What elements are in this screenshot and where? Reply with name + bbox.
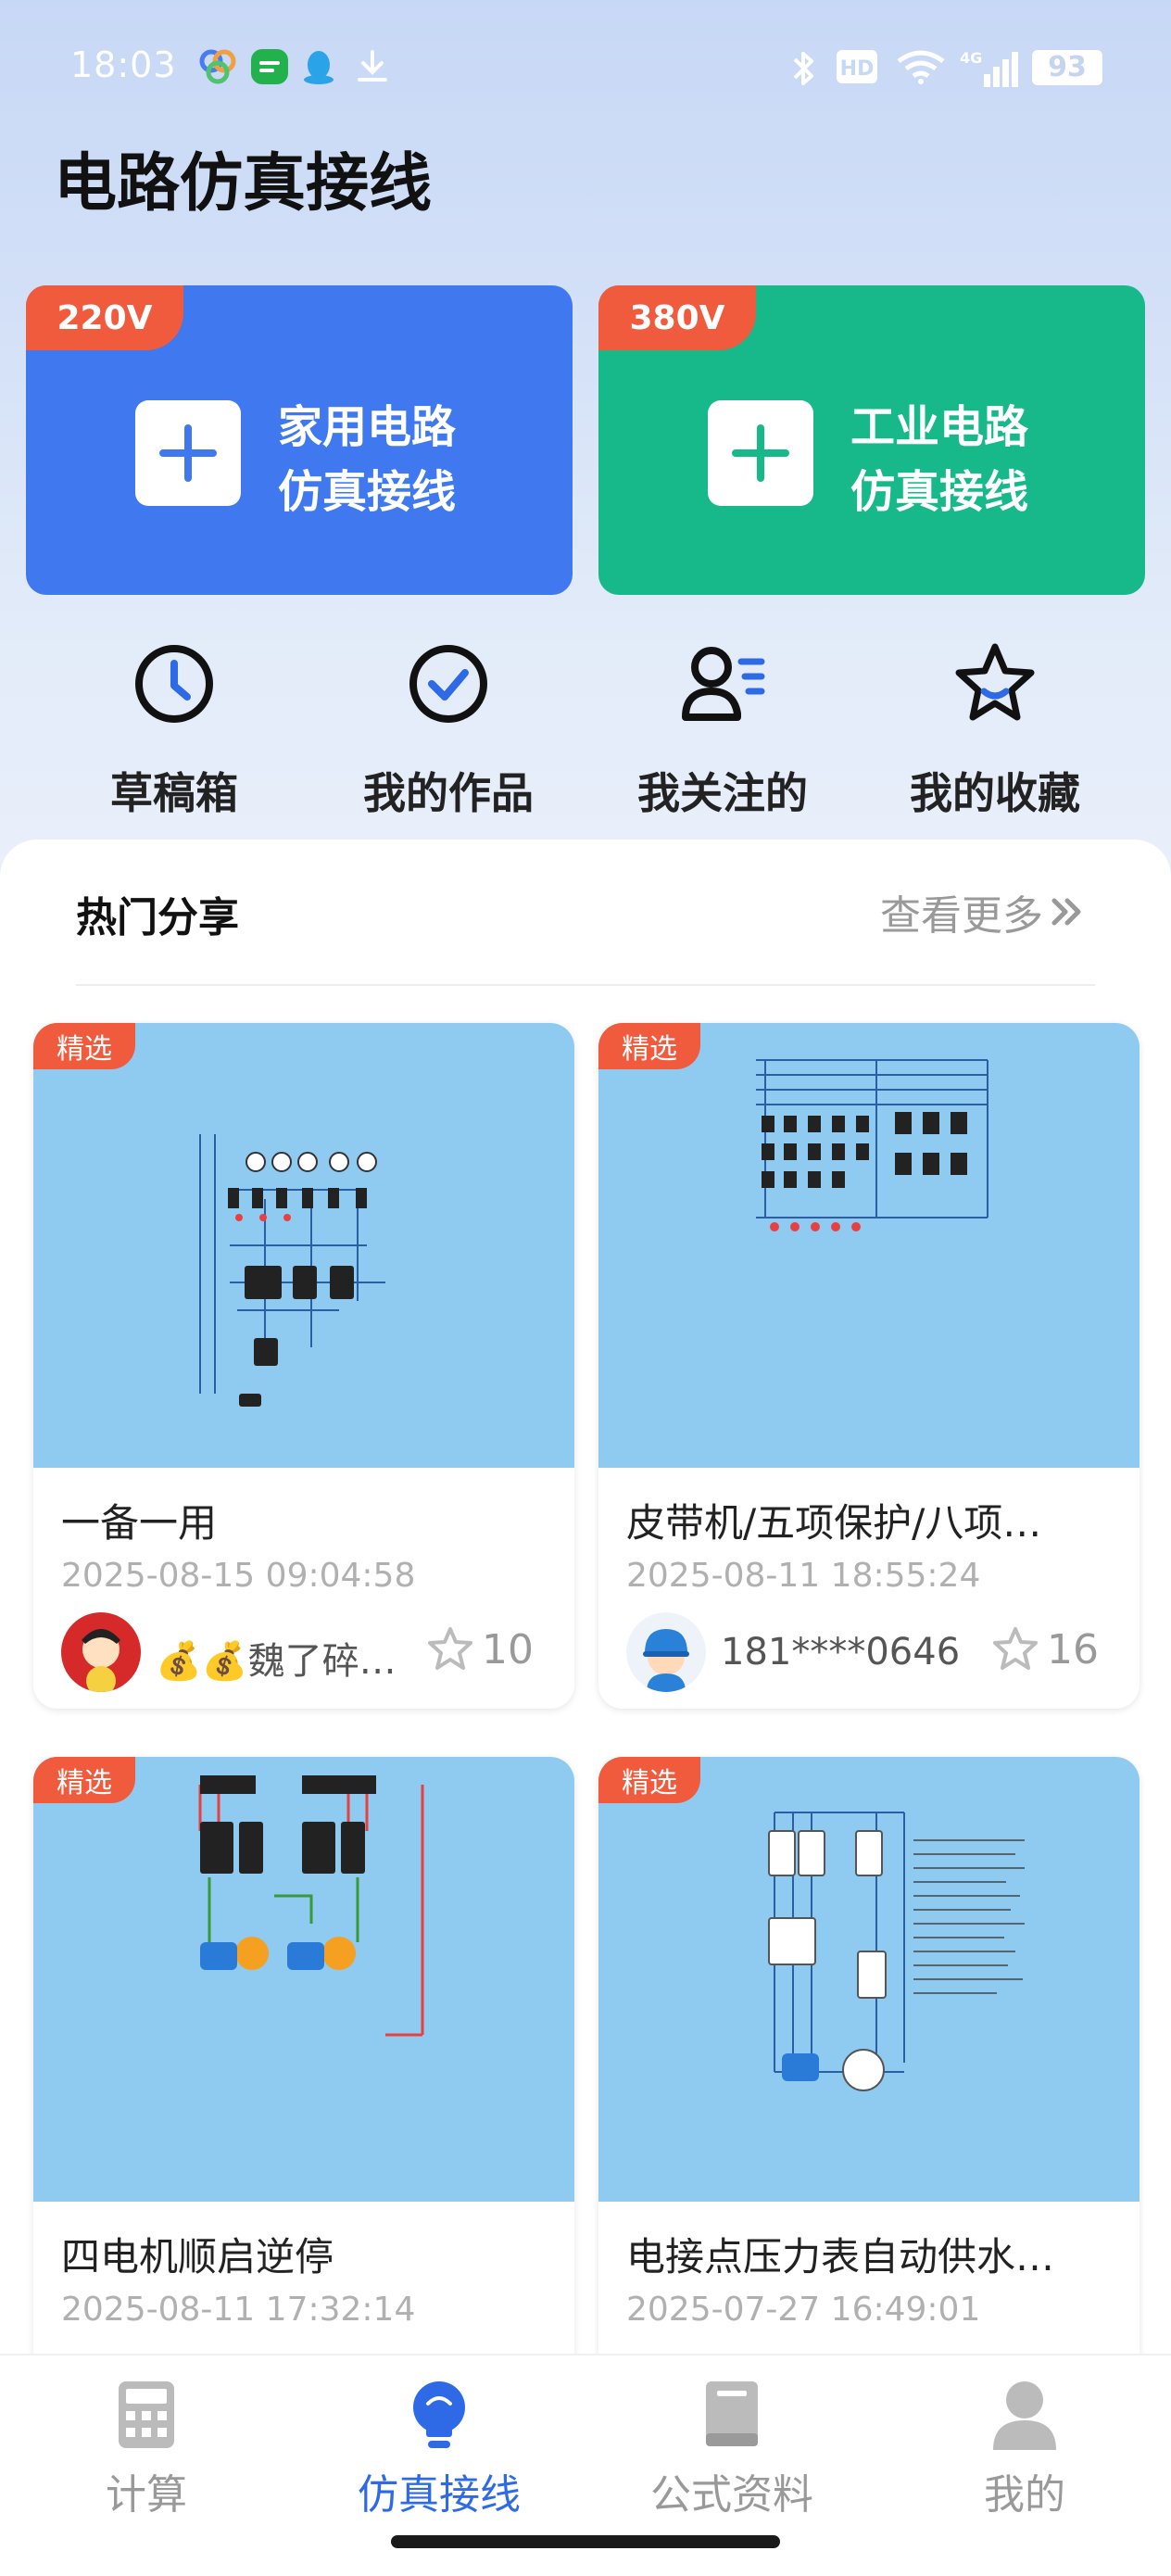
page-title: 电路仿真接线 bbox=[54, 147, 433, 221]
home-circuit-label: 家用电路 仿真接线 bbox=[278, 395, 456, 524]
card-time: 2025-08-11 17:32:14 bbox=[61, 2291, 416, 2329]
star-icon bbox=[955, 643, 1035, 721]
share-card[interactable]: 精选 电接点压力表自动供水… 2025-07-27 16:49:01 bbox=[598, 1757, 1140, 2354]
section-title: 热门分享 bbox=[76, 894, 239, 941]
bulb-icon bbox=[413, 2381, 465, 2448]
card-stars[interactable]: 10 bbox=[426, 1625, 534, 1673]
quick-drafts[interactable]: 草稿箱 bbox=[54, 639, 295, 818]
circuit-thumbnail: 精选 bbox=[33, 1023, 574, 1468]
share-card[interactable]: 精选 四电机顺启逆停 2025-08-11 17:32:14 bbox=[33, 1757, 574, 2354]
star-count: 16 bbox=[1047, 1625, 1099, 1673]
share-card[interactable]: 精选 一备一用 2025-08-15 09:04:58 💰💰魏了碎… 10 bbox=[33, 1023, 574, 1709]
hot-share-panel: 热门分享 查看更多 精选 一备一用 2025-08-15 09:04:58 💰💰… bbox=[0, 840, 1171, 2354]
book-icon bbox=[706, 2381, 758, 2446]
hd-icon: HD bbox=[836, 48, 878, 85]
card-time: 2025-08-11 18:55:24 bbox=[626, 1557, 981, 1595]
calculator-icon bbox=[119, 2381, 174, 2448]
star-count: 10 bbox=[482, 1625, 534, 1673]
star-outline-icon bbox=[428, 1627, 472, 1670]
circuit-thumbnail: 精选 bbox=[598, 1023, 1140, 1468]
svg-text:4G: 4G bbox=[960, 49, 982, 67]
card-label-line2: 仿真接线 bbox=[278, 466, 457, 518]
wechat-icon bbox=[250, 48, 289, 85]
status-bar: 18:03 HD 4G 93 bbox=[0, 0, 1171, 139]
battery-indicator: 93 bbox=[1032, 50, 1102, 85]
person-icon bbox=[993, 2381, 1056, 2450]
clock-icon bbox=[135, 645, 213, 723]
card-author: 181****0646 bbox=[721, 1631, 961, 1673]
card-author: 💰💰魏了碎… bbox=[156, 1640, 397, 1683]
card-label-line1: 工业电路 bbox=[850, 401, 1029, 453]
quick-following[interactable]: 我关注的 bbox=[602, 639, 843, 818]
nav-label: 仿真接线 bbox=[358, 2471, 521, 2519]
app-icon bbox=[196, 48, 239, 85]
qq-icon bbox=[300, 48, 337, 85]
nav-simulation[interactable]: 仿真接线 bbox=[319, 2378, 560, 2520]
card-title: 一备一用 bbox=[61, 1500, 218, 1546]
star-outline-icon bbox=[993, 1627, 1038, 1670]
quick-my-works[interactable]: 我的作品 bbox=[328, 639, 569, 818]
quick-favorites[interactable]: 我的收藏 bbox=[875, 639, 1115, 818]
plus-icon bbox=[135, 400, 241, 506]
share-card[interactable]: 精选 皮带机/五项保护/八项… 2025-08-11 18:55:24 181*… bbox=[598, 1023, 1140, 1709]
featured-tag: 精选 bbox=[33, 1757, 135, 1803]
user-follow-icon bbox=[682, 647, 765, 721]
status-time: 18:03 bbox=[70, 44, 177, 85]
featured-tag: 精选 bbox=[598, 1023, 700, 1069]
featured-tag: 精选 bbox=[598, 1757, 700, 1803]
bluetooth-icon bbox=[789, 48, 817, 85]
svg-text:HD: HD bbox=[840, 57, 875, 81]
nav-mine[interactable]: 我的 bbox=[904, 2378, 1145, 2520]
home-circuit-card[interactable]: 220V 家用电路 仿真接线 bbox=[26, 285, 573, 595]
avatar[interactable] bbox=[61, 1612, 141, 1692]
signal-4g-icon: 4G bbox=[958, 48, 1019, 87]
quick-label: 我关注的 bbox=[637, 768, 808, 818]
double-chevron-right-icon bbox=[1051, 898, 1081, 926]
card-title: 四电机顺启逆停 bbox=[61, 2234, 334, 2279]
nav-label: 我的 bbox=[984, 2471, 1065, 2519]
card-stars[interactable]: 16 bbox=[991, 1625, 1099, 1673]
card-time: 2025-07-27 16:49:01 bbox=[626, 2291, 981, 2329]
nav-label: 计算 bbox=[106, 2471, 187, 2519]
circuit-thumbnail: 精选 bbox=[598, 1757, 1140, 2202]
voltage-tag: 380V bbox=[598, 285, 756, 350]
card-time: 2025-08-15 09:04:58 bbox=[61, 1557, 416, 1595]
circuit-thumbnail: 精选 bbox=[33, 1757, 574, 2202]
card-title: 皮带机/五项保护/八项… bbox=[626, 1500, 1042, 1546]
card-title: 电接点压力表自动供水… bbox=[626, 2234, 1055, 2279]
featured-tag: 精选 bbox=[33, 1023, 135, 1069]
industry-circuit-card[interactable]: 380V 工业电路 仿真接线 bbox=[598, 285, 1145, 595]
voltage-tag: 220V bbox=[26, 285, 183, 350]
card-label-line1: 家用电路 bbox=[278, 401, 457, 453]
view-more-label: 查看更多 bbox=[880, 892, 1043, 940]
home-indicator[interactable] bbox=[391, 2535, 780, 2548]
nav-formula[interactable]: 公式资料 bbox=[611, 2378, 852, 2520]
check-circle-icon bbox=[409, 645, 487, 723]
industry-circuit-label: 工业电路 仿真接线 bbox=[850, 395, 1028, 524]
wifi-icon bbox=[895, 48, 947, 85]
download-icon bbox=[356, 48, 389, 85]
avatar[interactable] bbox=[626, 1612, 706, 1692]
nav-calculate[interactable]: 计算 bbox=[26, 2378, 267, 2520]
nav-label: 公式资料 bbox=[650, 2471, 813, 2519]
view-more-link[interactable]: 查看更多 bbox=[880, 882, 1086, 941]
card-label-line2: 仿真接线 bbox=[850, 466, 1029, 518]
divider bbox=[76, 984, 1095, 986]
quick-label: 我的作品 bbox=[363, 768, 534, 818]
quick-label: 我的收藏 bbox=[910, 768, 1080, 818]
plus-icon bbox=[708, 400, 813, 506]
quick-label: 草稿箱 bbox=[110, 768, 238, 818]
